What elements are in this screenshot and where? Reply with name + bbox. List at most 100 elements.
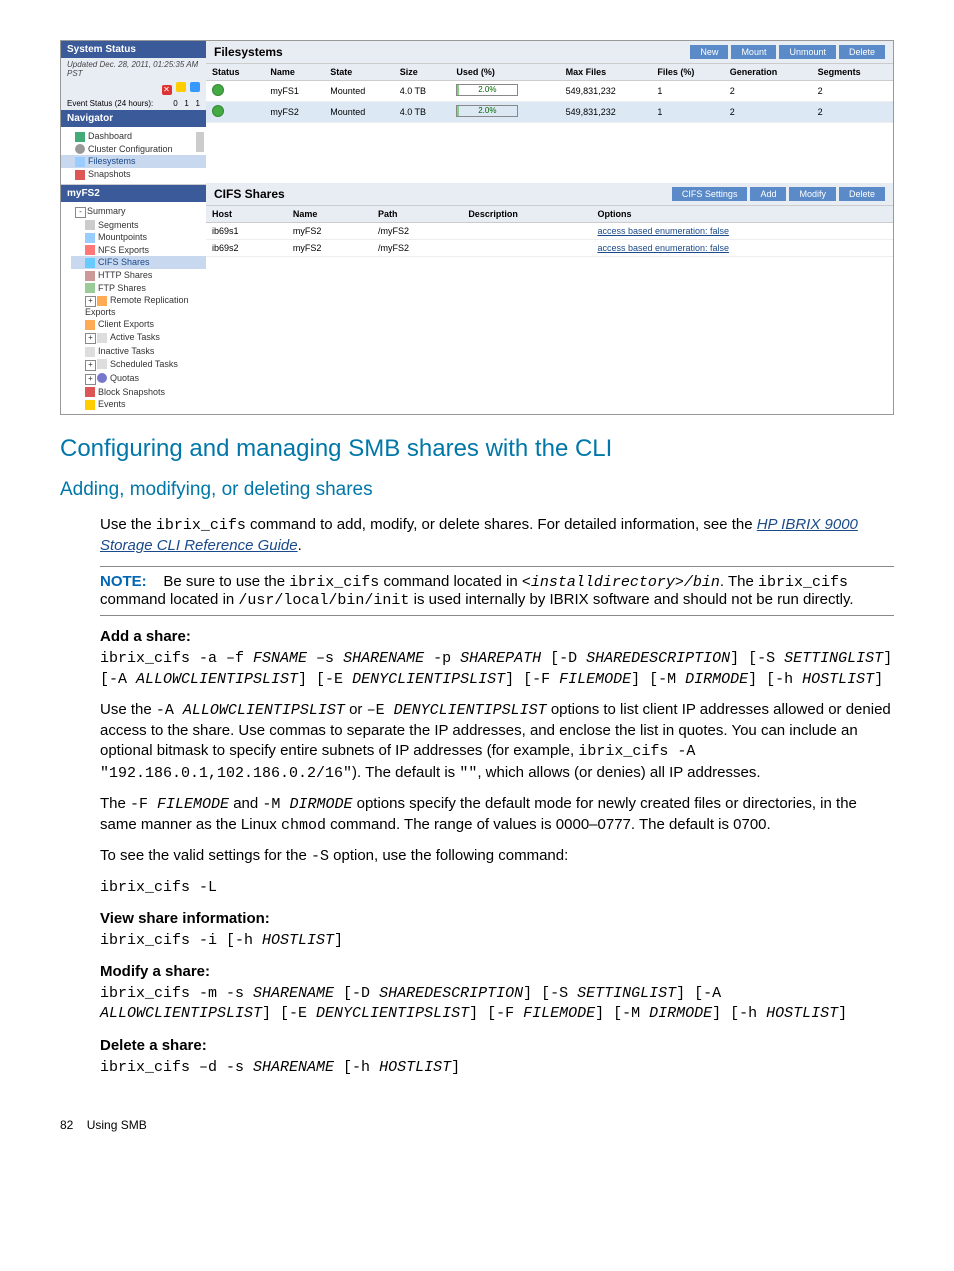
tree-quotas[interactable]: +Quotas (71, 372, 206, 386)
table-row[interactable]: ib69s2 myFS2 /myFS2 access based enumera… (206, 240, 893, 257)
dashboard-icon (75, 132, 85, 142)
filesystems-panel-header: Filesystems New Mount Unmount Delete (206, 41, 893, 64)
col-used[interactable]: Used (%) (450, 64, 559, 81)
col-seg[interactable]: Segments (812, 64, 893, 81)
tree-remote-repl[interactable]: +Remote Replication Exports (71, 294, 206, 318)
myfs2-header: myFS2 (61, 185, 206, 202)
col-opts[interactable]: Options (591, 206, 893, 223)
cifs-shares-panel-header: CIFS Shares CIFS Settings Add Modify Del… (206, 183, 893, 206)
add-share-heading: Add a share: (100, 628, 894, 645)
tree-client-exp[interactable]: Client Exports (71, 318, 206, 331)
system-status-header: System Status (61, 41, 206, 58)
expand-icon[interactable]: + (85, 296, 96, 307)
nav-dashboard[interactable]: Dashboard (61, 130, 206, 143)
new-button[interactable]: New (690, 45, 728, 59)
modify-share-command: ibrix_cifs -m -s SHARENAME [-D SHAREDESC… (100, 984, 894, 1025)
col-status[interactable]: Status (206, 64, 264, 81)
tree-http[interactable]: HTTP Shares (71, 269, 206, 282)
nav-snapshots[interactable]: Snapshots (61, 168, 206, 181)
subsection-heading: Adding, modifying, or deleting shares (60, 479, 894, 501)
task-icon (97, 333, 107, 343)
paragraph: Use the ibrix_cifs command to add, modif… (100, 515, 894, 557)
tree-inactive-tasks[interactable]: Inactive Tasks (71, 345, 206, 358)
status-ok-icon (212, 105, 224, 117)
tree-events[interactable]: Events (71, 398, 206, 411)
view-share-command: ibrix_cifs -i [-h HOSTLIST] (100, 931, 894, 951)
gear-icon (75, 144, 85, 154)
tree-ftp[interactable]: FTP Shares (71, 282, 206, 295)
cifs-settings-button[interactable]: CIFS Settings (672, 187, 748, 201)
tree-summary[interactable]: -Summary (61, 205, 206, 219)
nfs-icon (85, 245, 95, 255)
col-maxfiles[interactable]: Max Files (560, 64, 652, 81)
ui-screenshot: System Status Updated Dec. 28, 2011, 01:… (60, 40, 894, 415)
table-row[interactable]: myFS1 Mounted 4.0 TB 2.0% 549,831,232 1 … (206, 81, 893, 102)
updated-timestamp: Updated Dec. 28, 2011, 01:25:35 AM PST (61, 58, 206, 80)
tree-scheduled-tasks[interactable]: +Scheduled Tasks (71, 358, 206, 372)
filesystem-icon (75, 157, 85, 167)
cifs-icon (85, 258, 95, 268)
nav-cluster-config[interactable]: Cluster Configuration (61, 143, 206, 156)
col-files[interactable]: Files (%) (651, 64, 723, 81)
delete-share-button[interactable]: Delete (839, 187, 885, 201)
chapter-label: Using SMB (87, 1118, 147, 1132)
tree-active-tasks[interactable]: +Active Tasks (71, 331, 206, 345)
options-link[interactable]: access based enumeration: false (597, 243, 729, 253)
modify-share-heading: Modify a share: (100, 963, 894, 980)
collapse-icon[interactable]: - (75, 207, 86, 218)
expand-icon[interactable]: + (85, 374, 96, 385)
nav-filesystems[interactable]: Filesystems (61, 155, 206, 168)
col-name[interactable]: Name (264, 64, 324, 81)
warning-icon (176, 82, 186, 92)
navigator-header: Navigator (61, 110, 206, 127)
col-size[interactable]: Size (394, 64, 451, 81)
snapshot-icon (85, 387, 95, 397)
snapshot-icon (75, 170, 85, 180)
tree-block-snap[interactable]: Block Snapshots (71, 386, 206, 399)
delete-fs-button[interactable]: Delete (839, 45, 885, 59)
col-host[interactable]: Host (206, 206, 287, 223)
tree-cifs[interactable]: CIFS Shares (71, 256, 206, 269)
paragraph: Use the -A ALLOWCLIENTIPSLIST or –E DENY… (100, 700, 894, 784)
page-footer: 82 Using SMB (60, 1118, 894, 1132)
status-icon-row: ✕ (61, 80, 206, 97)
col-state[interactable]: State (324, 64, 393, 81)
export-icon (97, 296, 107, 306)
paragraph: The -F FILEMODE and -M DIRMODE options s… (100, 794, 894, 837)
client-export-icon (85, 320, 95, 330)
expand-icon[interactable]: + (85, 333, 96, 344)
modify-button[interactable]: Modify (789, 187, 836, 201)
page-number: 82 (60, 1118, 73, 1132)
col-path[interactable]: Path (372, 206, 462, 223)
unmount-button[interactable]: Unmount (779, 45, 836, 59)
status-ok-icon (212, 84, 224, 96)
task-icon (97, 359, 107, 369)
scrollbar-thumb[interactable] (196, 132, 204, 152)
table-row[interactable]: ib69s1 myFS2 /myFS2 access based enumera… (206, 223, 893, 240)
quota-icon (97, 373, 107, 383)
used-bar: 2.0% (456, 105, 518, 117)
col-name[interactable]: Name (287, 206, 372, 223)
ftp-icon (85, 283, 95, 293)
col-desc[interactable]: Description (462, 206, 591, 223)
info-icon (190, 82, 200, 92)
events-icon (85, 400, 95, 410)
mount-button[interactable]: Mount (731, 45, 776, 59)
error-icon: ✕ (162, 85, 172, 95)
mount-icon (85, 233, 95, 243)
event-status-line: Event Status (24 hours): 0 1 1 (61, 97, 206, 110)
http-icon (85, 271, 95, 281)
add-button[interactable]: Add (750, 187, 786, 201)
table-row[interactable]: myFS2 Mounted 4.0 TB 2.0% 549,831,232 1 … (206, 102, 893, 123)
paragraph: To see the valid settings for the -S opt… (100, 846, 894, 867)
tree-segments[interactable]: Segments (71, 219, 206, 232)
tree-nfs[interactable]: NFS Exports (71, 244, 206, 257)
options-link[interactable]: access based enumeration: false (597, 226, 729, 236)
filesystems-table: Status Name State Size Used (%) Max File… (206, 64, 893, 123)
expand-icon[interactable]: + (85, 360, 96, 371)
note-label: NOTE: (100, 573, 147, 590)
section-heading: Configuring and managing SMB shares with… (60, 435, 894, 463)
col-gen[interactable]: Generation (724, 64, 812, 81)
task-icon (85, 347, 95, 357)
tree-mountpoints[interactable]: Mountpoints (71, 231, 206, 244)
